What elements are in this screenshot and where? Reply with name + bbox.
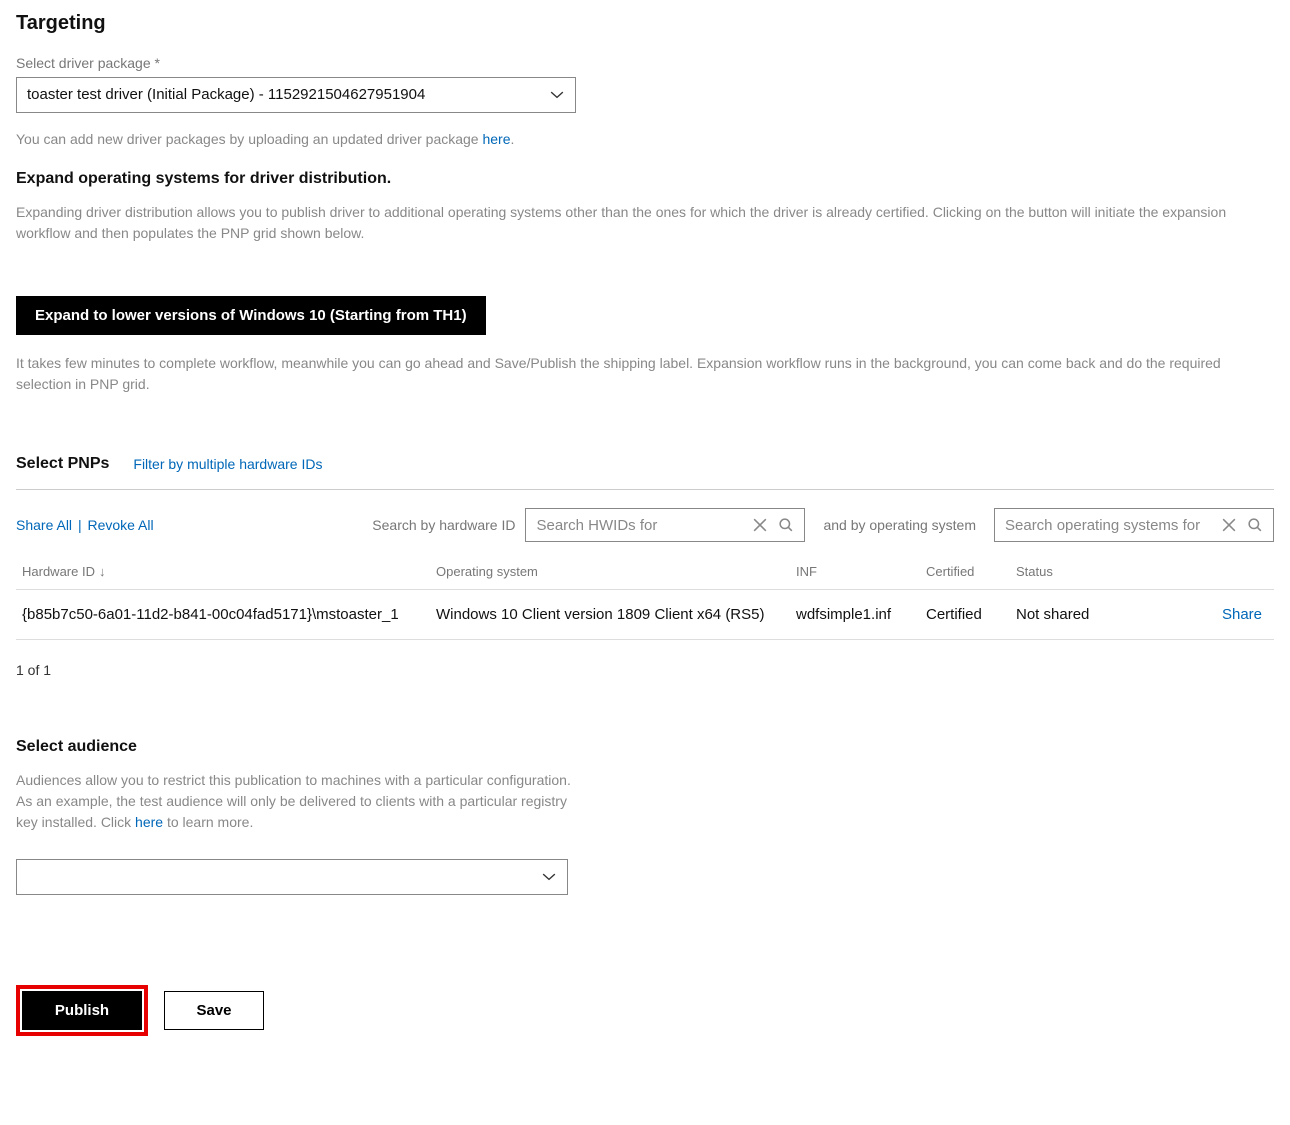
- revoke-all-link[interactable]: Revoke All: [87, 517, 153, 533]
- search-icon[interactable]: [1247, 517, 1263, 533]
- page-title: Targeting: [16, 12, 1274, 35]
- clear-icon[interactable]: [752, 517, 768, 533]
- cell-hwid: {b85b7c50-6a01-11d2-b841-00c04fad5171}\m…: [16, 606, 436, 623]
- cell-inf: wdfsimple1.inf: [796, 606, 926, 623]
- audience-description: Audiences allow you to restrict this pub…: [16, 770, 586, 833]
- cell-cert: Certified: [926, 606, 1016, 623]
- search-hwid-box[interactable]: [525, 508, 805, 542]
- audience-learn-more-link[interactable]: here: [135, 814, 163, 830]
- search-icon[interactable]: [778, 517, 794, 533]
- clear-icon[interactable]: [1221, 517, 1237, 533]
- table-header: Hardware ID↓ Operating system INF Certif…: [16, 554, 1274, 590]
- expand-note: It takes few minutes to complete workflo…: [16, 353, 1274, 395]
- select-pnps-title: Select PNPs: [16, 455, 109, 473]
- pagination: 1 of 1: [16, 662, 1274, 678]
- divider: [16, 489, 1274, 490]
- col-header-status[interactable]: Status: [1016, 564, 1116, 579]
- expand-button[interactable]: Expand to lower versions of Windows 10 (…: [16, 296, 486, 335]
- sort-arrow-icon: ↓: [99, 564, 106, 579]
- search-os-input[interactable]: [1005, 517, 1221, 534]
- cell-status: Not shared: [1016, 606, 1116, 623]
- save-button[interactable]: Save: [164, 991, 264, 1030]
- select-audience-title: Select audience: [16, 738, 586, 756]
- driver-package-label: Select driver package *: [16, 55, 1274, 71]
- col-header-hwid[interactable]: Hardware ID↓: [16, 564, 436, 579]
- table-row: {b85b7c50-6a01-11d2-b841-00c04fad5171}\m…: [16, 590, 1274, 640]
- publish-highlight: Publish: [16, 985, 148, 1036]
- search-os-box[interactable]: [994, 508, 1274, 542]
- and-os-label: and by operating system: [823, 517, 976, 533]
- separator: |: [78, 517, 82, 533]
- share-link[interactable]: Share: [1222, 606, 1262, 623]
- search-hwid-input[interactable]: [536, 517, 752, 534]
- driver-package-select[interactable]: toaster test driver (Initial Package) - …: [16, 77, 576, 113]
- audience-select[interactable]: [16, 859, 568, 895]
- publish-button[interactable]: Publish: [22, 991, 142, 1030]
- col-header-inf[interactable]: INF: [796, 564, 926, 579]
- cell-os: Windows 10 Client version 1809 Client x6…: [436, 606, 796, 623]
- pnp-table: Hardware ID↓ Operating system INF Certif…: [16, 554, 1274, 640]
- upload-help-text: You can add new driver packages by uploa…: [16, 129, 1274, 150]
- share-all-link[interactable]: Share All: [16, 517, 72, 533]
- search-hw-label: Search by hardware ID: [372, 517, 515, 533]
- col-header-cert[interactable]: Certified: [926, 564, 1016, 579]
- expand-description: Expanding driver distribution allows you…: [16, 202, 1274, 244]
- filter-hardware-ids-link[interactable]: Filter by multiple hardware IDs: [133, 456, 322, 472]
- expand-heading: Expand operating systems for driver dist…: [16, 170, 1274, 188]
- col-header-os[interactable]: Operating system: [436, 564, 796, 579]
- upload-here-link[interactable]: here: [482, 131, 510, 147]
